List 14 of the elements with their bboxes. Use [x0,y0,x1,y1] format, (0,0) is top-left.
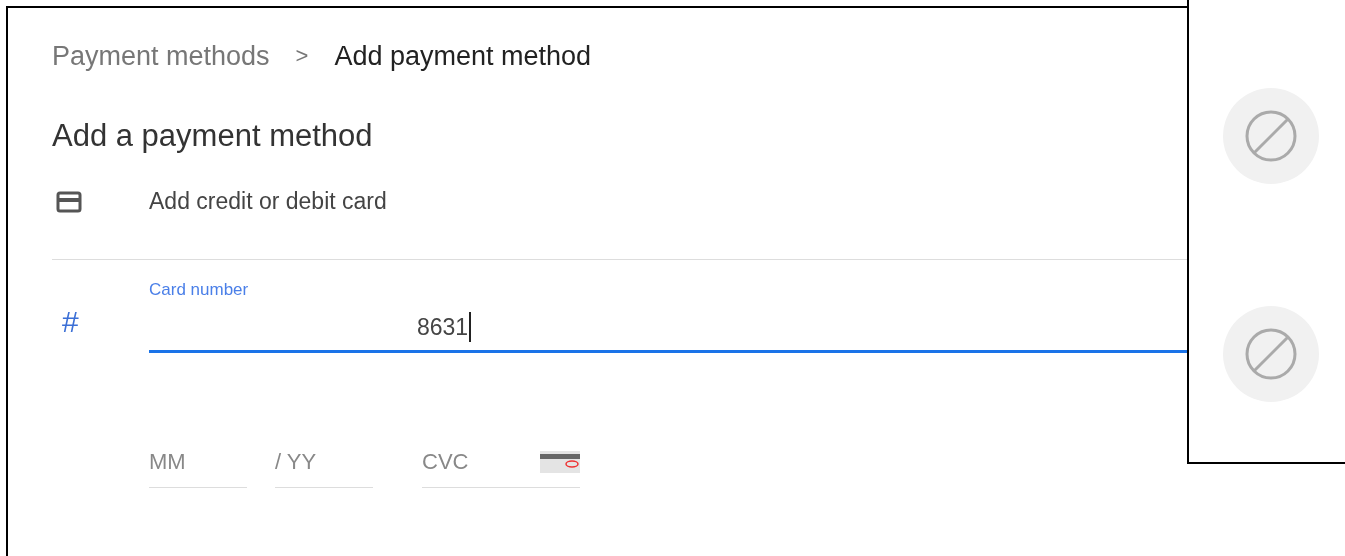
hash-icon: # [52,305,149,353]
card-number-field[interactable]: Card number 8631 [149,280,1187,353]
blocked-icon [1223,306,1319,402]
breadcrumb-item[interactable]: Payment methods [52,40,270,72]
breadcrumb-item: Add payment method [334,40,592,72]
page-heading: Add a payment method [52,118,374,154]
year-field[interactable]: / YY [275,445,373,488]
month-field[interactable]: MM [149,445,247,488]
blocked-icon [1223,88,1319,184]
card-back-icon [540,451,580,473]
add-card-option[interactable]: Add credit or debit card [149,188,387,215]
cvc-field[interactable]: CVC [422,449,540,475]
breadcrumb-separator: > [295,43,309,69]
credit-card-icon [56,190,82,213]
